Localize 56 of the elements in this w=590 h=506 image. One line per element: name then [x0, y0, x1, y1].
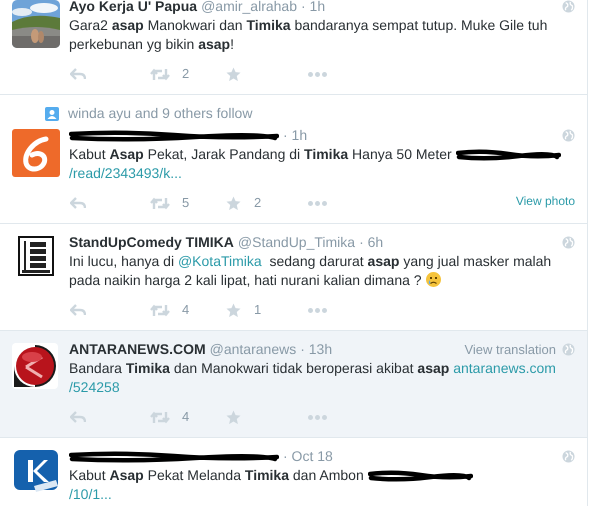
- favorite-count: 2: [254, 194, 262, 212]
- retweet-icon[interactable]: [150, 196, 170, 210]
- tweet-time[interactable]: · 13h: [300, 339, 332, 360]
- retweet-count: 4: [182, 301, 190, 320]
- retweet-count: 2: [182, 65, 190, 84]
- social-context: winda ayu and 9 others follow: [68, 104, 252, 123]
- reply-icon[interactable]: [70, 197, 86, 209]
- retweet-icon[interactable]: [150, 410, 170, 424]
- tweet-text: Kabut Asap Pekat Melanda Timika dan Ambon /10/1...: [69, 466, 575, 504]
- reply-icon[interactable]: [70, 304, 86, 316]
- author-handle[interactable]: @antaranews: [210, 339, 296, 360]
- globe-icon: [562, 129, 575, 142]
- link[interactable]: /10/1...: [69, 486, 112, 502]
- author-name[interactable]: ANTARANEWS.COM: [69, 339, 206, 360]
- more-icon[interactable]: [308, 308, 327, 312]
- link[interactable]: /read/2343493/k...: [69, 165, 182, 181]
- logo-icon: [14, 450, 58, 494]
- view-photo-link[interactable]: View photo: [516, 192, 575, 210]
- star-icon[interactable]: [226, 302, 241, 318]
- tweet-time[interactable]: · 1h: [283, 125, 308, 146]
- retweet-icon[interactable]: [150, 304, 170, 316]
- reply-icon[interactable]: [70, 411, 86, 423]
- more-icon[interactable]: [308, 200, 327, 206]
- star-icon[interactable]: [226, 196, 241, 210]
- tweet-time[interactable]: · Oct 18: [283, 446, 333, 467]
- link[interactable]: @KotaTimika: [178, 253, 262, 269]
- author-handle[interactable]: @StandUp_Timika: [238, 232, 356, 253]
- more-icon[interactable]: [308, 72, 327, 76]
- star-icon[interactable]: [226, 410, 241, 424]
- crying-face-icon: [425, 271, 442, 288]
- tweet-text: Ini lucu, hanya di @KotaTimika sedang darurat asap yang jual masker malah pada naikin harga 2 kali lipat, hati nurani kalian dimana ?: [69, 252, 552, 290]
- tweet-time[interactable]: · 1h: [301, 0, 326, 17]
- globe-icon: [562, 236, 575, 249]
- retweet-icon[interactable]: [150, 68, 170, 80]
- globe-icon: [562, 450, 575, 463]
- tweet-text: Kabut Asap Pekat, Jarak Pandang di Timika Hanya 50 Meter /read/2343493/k...: [69, 145, 575, 183]
- logo-icon: [12, 343, 58, 389]
- author-name[interactable]: StandUpComedy TIMIKA: [69, 232, 234, 253]
- more-icon[interactable]: [308, 414, 327, 420]
- view-translation-link[interactable]: View translation: [464, 340, 556, 360]
- link[interactable]: /524258: [69, 379, 120, 395]
- retweet-count: 5: [182, 194, 190, 212]
- reply-icon[interactable]: [70, 68, 86, 80]
- retweet-count: 4: [182, 408, 190, 426]
- author-name[interactable]: Ayo Kerja U' Papua: [69, 0, 198, 17]
- globe-icon: [562, 343, 575, 356]
- tweet-text: Gara2 asap Manokwari dan Timika bandaranya sempat tutup. Muke Gile tuh perkebunan yg bikin asap!: [69, 16, 548, 54]
- star-icon[interactable]: [226, 66, 241, 82]
- tweet-time[interactable]: · 6h: [359, 232, 384, 253]
- tweet-text: Bandara Timika dan Manokwari tidak beroperasi akibat asap antaranews.com /524258: [69, 359, 557, 397]
- author-handle[interactable]: @amir_alrahab: [201, 0, 297, 17]
- logo-icon: [18, 236, 54, 276]
- person-icon: [45, 106, 59, 120]
- favorite-count: 1: [254, 301, 262, 320]
- logo-icon: [12, 129, 60, 177]
- link[interactable]: antaranews.com: [453, 360, 556, 376]
